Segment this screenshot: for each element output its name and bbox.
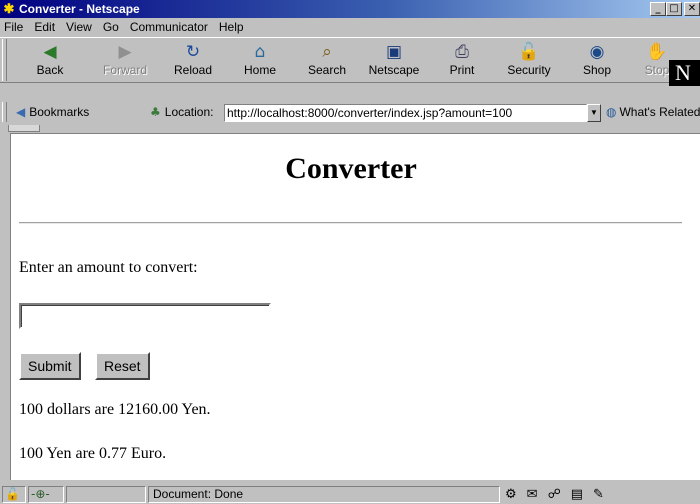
- title-bar: ✱ Converter - Netscape _ □ ✕: [0, 0, 700, 18]
- page-content: Converter Enter an amount to convert: Su…: [10, 133, 700, 480]
- location-label: ♣ Location:: [150, 105, 214, 119]
- home-icon: ⌂: [254, 42, 266, 62]
- bookmarks-button[interactable]: ◀ Bookmarks: [16, 105, 89, 119]
- amount-input[interactable]: [19, 303, 271, 329]
- yen-result: 100 dollars are 12160.00 Yen.: [19, 401, 211, 418]
- reload-button[interactable]: ↻ Reload: [170, 42, 216, 82]
- menu-communicator[interactable]: Communicator: [130, 20, 208, 34]
- menu-file[interactable]: File: [4, 20, 23, 34]
- page-heading: Converter: [285, 152, 417, 185]
- minimize-button[interactable]: _: [650, 2, 666, 16]
- printer-icon: ⎙: [455, 42, 469, 62]
- component-bar: ⚙ ✉ ☍ ▤ ✎: [505, 486, 604, 503]
- whats-related-button[interactable]: ◍ What's Related: [606, 105, 700, 119]
- address-book-icon[interactable]: ▤: [571, 486, 583, 503]
- toolbar-tab[interactable]: [8, 125, 40, 132]
- composer-icon[interactable]: ✎: [593, 486, 604, 503]
- security-lock-icon[interactable]: 🔓: [2, 486, 26, 503]
- back-button[interactable]: ◀ Back: [30, 42, 70, 82]
- toolbar-grip[interactable]: [2, 39, 7, 81]
- netscape-button[interactable]: ▣ Netscape: [365, 42, 423, 82]
- maximize-button[interactable]: □: [666, 2, 682, 16]
- forward-button[interactable]: ▶ Forward: [102, 42, 148, 82]
- horizontal-rule: [19, 222, 682, 224]
- whats-related-icon: ◍: [606, 105, 617, 119]
- menu-go[interactable]: Go: [103, 20, 119, 34]
- collapsed-toolbar-strip: [0, 125, 700, 133]
- reset-button[interactable]: Reset: [95, 352, 150, 380]
- shopping-bag-icon: ◉: [589, 42, 605, 62]
- status-text: Document: Done: [148, 486, 500, 503]
- menu-bar: File Edit View Go Communicator Help: [0, 18, 700, 36]
- shop-button[interactable]: ◉ Shop: [578, 42, 616, 82]
- print-button[interactable]: ⎙ Print: [444, 42, 480, 82]
- mail-icon[interactable]: ✉: [527, 486, 538, 503]
- url-dropdown-arrow-icon[interactable]: ▼: [587, 104, 601, 122]
- home-button[interactable]: ⌂ Home: [240, 42, 280, 82]
- back-arrow-icon: ◀: [43, 42, 57, 62]
- stop-button[interactable]: ✋ Stop: [642, 42, 672, 82]
- reload-icon: ↻: [185, 42, 201, 62]
- page-proxy-icon[interactable]: ♣: [150, 105, 161, 119]
- progress-meter: [66, 486, 146, 503]
- stop-icon: ✋: [646, 42, 668, 62]
- submit-button[interactable]: Submit: [19, 352, 81, 380]
- newsgroups-icon[interactable]: ☍: [548, 486, 561, 503]
- location-toolbar-grip[interactable]: [2, 102, 7, 122]
- netscape-logo[interactable]: N: [669, 60, 700, 86]
- netscape-app-icon: ✱: [3, 1, 15, 16]
- menu-edit[interactable]: Edit: [34, 20, 55, 34]
- navigator-icon[interactable]: ⚙: [505, 486, 517, 503]
- euro-result: 100 Yen are 0.77 Euro.: [19, 445, 167, 462]
- location-url-field[interactable]: http://localhost:8000/converter/index.js…: [224, 104, 587, 122]
- search-button[interactable]: ⌕ Search: [304, 42, 350, 82]
- my-netscape-icon: ▣: [385, 42, 403, 62]
- padlock-icon: 🔓: [518, 42, 540, 62]
- bookmarks-icon: ◀: [16, 105, 26, 119]
- navigation-toolbar: ◀ Back ▶ Forward ↻ Reload ⌂ Home ⌕ Searc…: [0, 37, 700, 83]
- window-title: Converter - Netscape: [19, 2, 140, 16]
- menu-view[interactable]: View: [66, 20, 92, 34]
- online-status-icon[interactable]: -⊕-: [28, 486, 64, 503]
- menu-help[interactable]: Help: [219, 20, 244, 34]
- security-button[interactable]: 🔓 Security: [503, 42, 555, 82]
- close-button[interactable]: ✕: [684, 2, 700, 16]
- search-icon: ⌕: [322, 42, 332, 62]
- forward-arrow-icon: ▶: [118, 42, 132, 62]
- amount-prompt: Enter an amount to convert:: [19, 259, 198, 276]
